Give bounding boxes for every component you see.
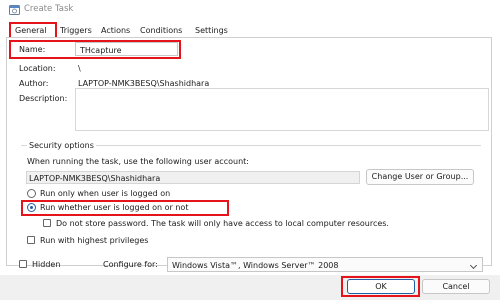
description-field[interactable] (75, 88, 489, 131)
description-label: Description: (19, 94, 68, 103)
name-value: THcapture (80, 46, 122, 55)
account-prompt: When running the task, use the following… (27, 157, 249, 166)
no-store-password-checkbox[interactable] (43, 219, 51, 227)
radio-logged-on-label: Run only when user is logged on (40, 189, 171, 198)
name-label: Name: (19, 45, 46, 54)
chevron-down-icon (469, 261, 478, 270)
configure-for-select[interactable]: Windows Vista™, Windows Server™ 2008 (167, 257, 483, 272)
highest-privileges-checkbox[interactable] (27, 236, 35, 244)
no-store-password-label: Do not store password. The task will onl… (56, 219, 389, 228)
title-bar (0, 0, 500, 20)
radio-run-whether-label: Run whether user is logged on or not (40, 203, 189, 212)
configure-for-value: Windows Vista™, Windows Server™ 2008 (172, 261, 339, 270)
window-title: Create Task (24, 4, 74, 14)
tab-actions[interactable]: Actions (101, 26, 130, 35)
hidden-label: Hidden (32, 260, 61, 269)
location-value: \ (78, 64, 81, 73)
hidden-checkbox[interactable] (19, 260, 27, 268)
security-options-title: Security options (27, 141, 96, 150)
cancel-button[interactable]: Cancel (422, 279, 490, 294)
ok-button[interactable]: OK (347, 279, 415, 294)
tab-triggers[interactable]: Triggers (60, 26, 92, 35)
user-account-value: LAPTOP-NMK3BESQ\Shashidhara (29, 174, 161, 183)
radio-logged-on-only[interactable] (27, 189, 36, 198)
change-user-button[interactable]: Change User or Group... (366, 169, 474, 185)
configure-for-label: Configure for: (103, 260, 158, 269)
user-account-field: LAPTOP-NMK3BESQ\Shashidhara (26, 171, 360, 184)
location-label: Location: (19, 64, 56, 73)
radio-run-whether[interactable] (27, 203, 36, 212)
highest-privileges-label: Run with highest privileges (40, 236, 149, 245)
author-value: LAPTOP-NMK3BESQ\Shashidhara (78, 79, 210, 88)
author-label: Author: (19, 79, 49, 88)
task-scheduler-icon (9, 5, 20, 15)
tab-settings[interactable]: Settings (195, 26, 228, 35)
name-field[interactable]: THcapture (75, 42, 178, 56)
tab-conditions[interactable]: Conditions (140, 26, 182, 35)
